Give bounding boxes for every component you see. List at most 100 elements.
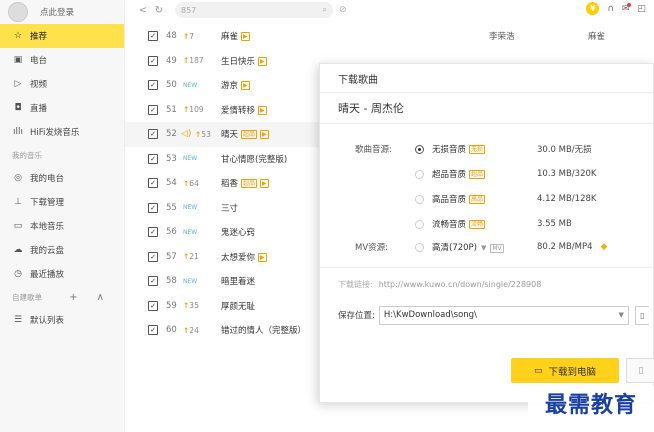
download-link-value[interactable]: http://www.kuwo.cn/down/single/228908 [379,280,542,289]
mv-icon[interactable]: ▶ [241,32,250,42]
song-title[interactable]: 暗里着迷 [221,275,255,287]
checkbox[interactable]: ✓ [148,202,158,213]
mv-icon[interactable]: ▶ [241,81,250,91]
quality-option[interactable]: 高品音质 高品 4.12 MB/128K [320,187,654,211]
sidebar-item-4[interactable]: ıllı HiFi发烧音乐 [0,120,124,144]
song-title[interactable]: 太想爱你 ▶ [221,251,267,263]
checkbox[interactable]: ✓ [148,300,158,311]
mv-label: MV资源: [355,243,389,253]
my-music-item-2[interactable]: ▭ 本地音乐 [0,214,124,238]
my-music-item-3[interactable]: ☁ 我的云盘 [0,238,124,262]
chevron-down-icon[interactable]: ▼ [618,311,623,319]
trend-number: 187 [189,56,204,66]
playlist-tools[interactable]: + ∧ [69,292,112,303]
trend-number: 64 [189,178,199,188]
user-login[interactable]: 点此登录 [0,0,124,24]
mv-icon[interactable]: ▶ [260,130,269,140]
mv-radio[interactable] [415,242,424,252]
hifi-icon: ıllı [12,127,23,137]
song-title[interactable]: 生日快乐 ▶ [221,55,267,67]
checkbox[interactable]: ✓ [148,227,158,238]
quality-size: 3.55 MB [537,219,572,229]
sidebar-item-1[interactable]: ▣ 电台 [0,48,124,72]
trend-indicator: ↑7 [183,32,194,41]
phone-icon: ▯ [638,365,644,376]
playlist-item-0[interactable]: ☰ 默认列表 [0,308,124,332]
voice-search-icon[interactable]: ⊘ [339,5,347,15]
song-title-text: 厚颜无耻 [221,301,256,312]
sidebar-item-label: 电台 [30,56,48,66]
checkbox[interactable]: ✓ [148,31,158,42]
checkbox[interactable]: ✓ [148,55,158,66]
checkbox[interactable]: ✓ [148,178,158,189]
sidebar-item-label: 直播 [30,104,48,114]
back-button[interactable]: < [137,5,149,16]
avatar[interactable] [8,2,28,22]
quality-radio[interactable] [415,169,424,179]
sidebar-item-0[interactable]: ☆ 推荐 [0,24,124,48]
quality-option[interactable]: 歌曲音源: 无损音质 无损 30.0 MB/无损 [320,137,654,161]
refresh-button[interactable]: ↻ [153,5,165,16]
search-value: 857 [181,5,197,15]
login-link[interactable]: 点此登录 [40,6,74,18]
mv-icon[interactable]: ▶ [258,252,267,262]
headphone-icon[interactable]: ∩ [607,4,614,14]
quality-badge: 高品 [469,195,486,204]
song-row[interactable]: ✓ 48 ↑7 麻雀 ▶ 李荣浩 麻雀 [125,24,654,49]
checkbox[interactable]: ✓ [148,104,158,115]
quality-option[interactable]: 流畅音质 流畅 3.55 MB [320,212,654,236]
sidebar-item-2[interactable]: ▷ 视频 [0,72,124,96]
download-to-phone-button[interactable]: ▯ [626,358,654,383]
download-to-pc-button[interactable]: ▭ 下载到电脑 [511,358,619,383]
save-location-row: 保存位置: H:\KwDownload\song\ ▼ ▯ [338,305,649,325]
save-path-input[interactable]: H:\KwDownload\song\ ▼ [378,305,629,325]
quality-radio[interactable] [415,219,424,229]
checkbox[interactable]: ✓ [148,80,158,91]
mv-icon[interactable]: ▶ [258,105,267,115]
download-to-pc-label: 下载到电脑 [548,366,597,378]
song-title[interactable]: 错过的情人（完整版） [221,324,306,336]
trend-indicator: ↑53 [195,130,211,139]
quality-name: 流畅音质 流畅 [432,218,486,230]
checkbox[interactable]: ✓ [148,129,158,140]
song-title[interactable]: 晴天 超品 ▶ [221,128,269,140]
song-title[interactable]: 厚颜无耻 [221,300,255,312]
quality-radio[interactable] [415,194,424,204]
browse-folder-button[interactable]: ▯ [634,305,649,325]
mv-icon[interactable]: ▶ [258,56,267,66]
song-title[interactable]: 稻香 超品 ▶ [221,177,269,189]
song-album[interactable]: 麻雀 [588,30,605,42]
song-title[interactable]: 甘心情愿(完整版) [221,153,287,165]
dialog-song-name: 晴天 - 周杰伦 [320,93,653,124]
search-input[interactable]: 857 ⌕ [175,2,333,18]
checkbox[interactable]: ✓ [148,276,158,287]
checkbox[interactable]: ✓ [148,153,158,164]
quality-radio[interactable] [415,144,424,154]
coin-icon[interactable]: ¥ [586,2,600,15]
song-title[interactable]: 三寸 [221,202,238,214]
checkbox[interactable]: ✓ [148,325,158,336]
song-title-text: 错过的情人（完整版） [221,326,307,337]
sidebar-item-3[interactable]: ◘ 直播 [0,96,124,120]
quality-option[interactable]: 超品音质 超品 10.3 MB/320K [320,162,654,186]
song-title[interactable]: 鬼迷心窍 [221,226,255,238]
my-music-item-1[interactable]: ⊥ 下载管理 [0,190,124,214]
mv-icon[interactable]: ▶ [260,179,269,189]
mail-icon[interactable]: ✉ [622,2,632,14]
quality-name: 超品音质 超品 [432,168,486,180]
checkbox[interactable]: ✓ [148,251,158,262]
skin-icon[interactable]: ◰ [637,4,646,14]
new-badge: NEW [183,155,198,163]
song-title[interactable]: 麻雀 ▶ [221,30,250,42]
song-title[interactable]: 爱情转移 ▶ [221,104,267,116]
trend-indicator: ↑109 [183,105,204,114]
sidebar-item-label: 视频 [30,80,48,90]
my-music-item-4[interactable]: ◷ 最近播放 [0,262,124,286]
song-artist[interactable]: 李荣浩 [489,30,515,42]
mv-quality-select[interactable]: 高清(720P) ▼ MV [432,241,504,253]
my-music-item-0[interactable]: ◎ 我的电台 [0,166,124,190]
live-icon: ◘ [14,103,22,113]
search-icon[interactable]: ⌕ [323,5,327,15]
my-radio-icon: ◎ [14,173,22,183]
song-title[interactable]: 游京 ▶ [221,79,250,91]
